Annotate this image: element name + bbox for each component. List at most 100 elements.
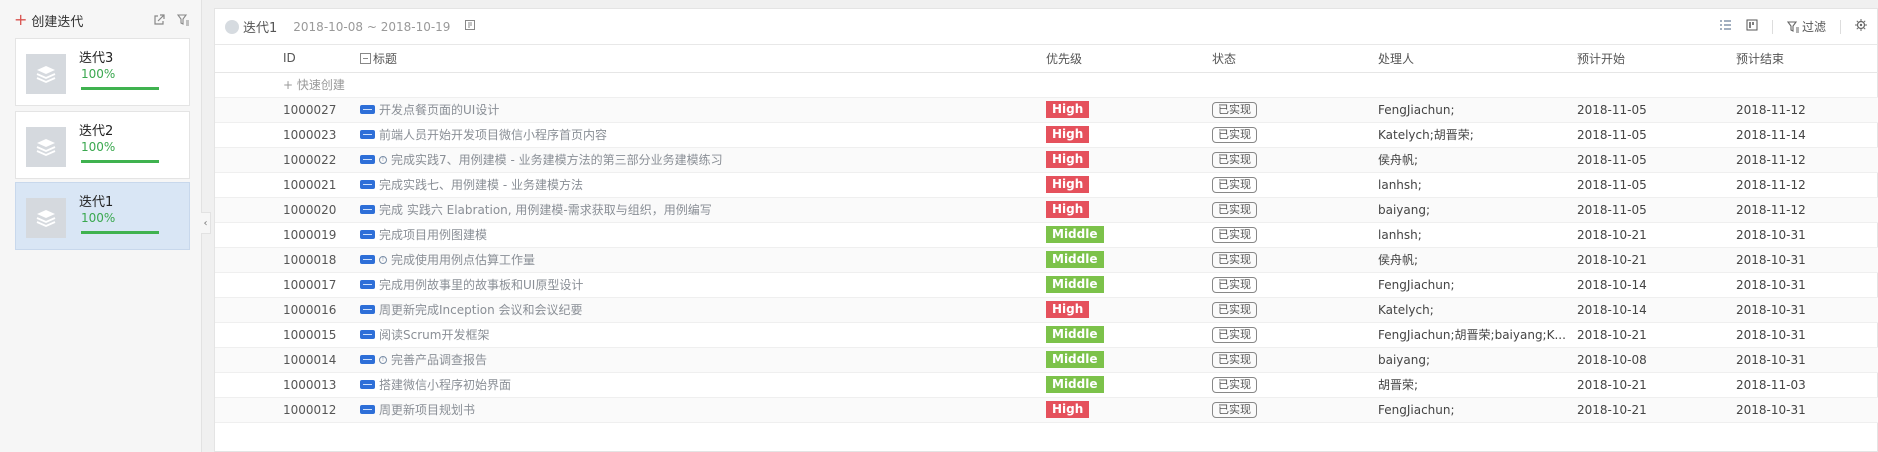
row-start-date[interactable]: 2018-10-08 [1577,347,1736,372]
column-header-title[interactable]: 标题 [360,45,1046,72]
filter-button[interactable]: 过滤 [1786,18,1826,35]
row-title[interactable]: 搭建微信小程序初始界面 [379,376,511,393]
table-row[interactable]: 1000012 周更新项目规划书 High 已实现 FengJiachun; 2018-1… [215,397,1878,422]
collapse-all-icon[interactable] [360,52,371,64]
table-row[interactable]: 1000019 完成项目用例图建模 Middle 已实现 lanhsh; 2018-10-… [215,222,1878,247]
row-title-cell[interactable]: 周更新项目规划书 [360,397,1046,422]
row-start-date[interactable]: 2018-11-05 [1577,122,1736,147]
table-row[interactable]: 1000013 搭建微信小程序初始界面 Middle 已实现 胡晋荣; 2018-10-2… [215,372,1878,397]
column-header-priority[interactable]: 优先级 [1046,45,1212,72]
status-badge[interactable]: 已实现 [1212,101,1257,118]
row-end-date[interactable]: 2018-10-31 [1736,347,1878,372]
row-owner[interactable]: Katelych; [1378,297,1577,322]
row-owner[interactable]: Katelych;胡晋荣; [1378,122,1577,147]
row-title-cell[interactable]: 完成用例故事里的故事板和UI原型设计 [360,272,1046,297]
row-owner[interactable]: baiyang; [1378,197,1577,222]
status-badge[interactable]: 已实现 [1212,226,1257,243]
row-start-date[interactable]: 2018-10-21 [1577,372,1736,397]
table-row[interactable]: 1000023 前端人员开始开发项目微信小程序首页内容 High 已实现 Katelyc… [215,122,1878,147]
column-header-id[interactable]: ID [283,45,360,72]
priority-badge[interactable]: Middle [1046,351,1104,368]
status-badge[interactable]: 已实现 [1212,126,1257,143]
table-row[interactable]: 1000017 完成用例故事里的故事板和UI原型设计 Middle 已实现 FengJi… [215,272,1878,297]
row-end-date[interactable]: 2018-11-12 [1736,147,1878,172]
row-owner[interactable]: lanhsh; [1378,172,1577,197]
row-start-date[interactable]: 2018-11-05 [1577,97,1736,122]
row-start-date[interactable]: 2018-10-21 [1577,247,1736,272]
priority-badge[interactable]: High [1046,101,1090,118]
row-title[interactable]: 周更新项目规划书 [379,401,475,418]
edit-dates-icon[interactable] [464,19,476,34]
priority-badge[interactable]: High [1046,126,1090,143]
priority-badge[interactable]: Middle [1046,226,1104,243]
priority-badge[interactable]: Middle [1046,376,1104,393]
row-title[interactable]: 开发点餐页面的UI设计 [379,101,499,118]
row-title-cell[interactable]: 完成项目用例图建模 [360,222,1046,247]
row-title[interactable]: 前端人员开始开发项目微信小程序首页内容 [379,126,607,143]
row-title-cell[interactable]: 周更新完成Inception 会议和会议纪要 [360,297,1046,322]
table-row[interactable]: 1000027 开发点餐页面的UI设计 High 已实现 FengJiachun; 201… [215,97,1878,122]
iteration-card-active[interactable]: 迭代1 100% [15,182,190,250]
row-end-date[interactable]: 2018-11-12 [1736,197,1878,222]
row-owner[interactable]: lanhsh; [1378,222,1577,247]
row-title[interactable]: 完成使用用例点估算工作量 [391,251,535,268]
row-title[interactable]: 阅读Scrum开发框架 [379,326,489,343]
row-title[interactable]: 完成用例故事里的故事板和UI原型设计 [379,276,583,293]
column-header-end[interactable]: 预计结束 [1736,45,1878,72]
column-header-owner[interactable]: 处理人 [1378,45,1577,72]
status-badge[interactable]: 已实现 [1212,401,1257,418]
iteration-card[interactable]: 迭代3 100% [15,38,190,106]
row-title[interactable]: 完成项目用例图建模 [379,226,487,243]
table-row[interactable]: 1000016 周更新完成Inception 会议和会议纪要 High 已实现 Kate… [215,297,1878,322]
row-start-date[interactable]: 2018-10-14 [1577,297,1736,322]
row-end-date[interactable]: 2018-11-14 [1736,122,1878,147]
status-badge[interactable]: 已实现 [1212,151,1257,168]
priority-badge[interactable]: High [1046,401,1090,418]
row-title-cell[interactable]: 搭建微信小程序初始界面 [360,372,1046,397]
quick-create-row[interactable]: + 快速创建 [215,72,1878,97]
row-owner[interactable]: FengJiachun; [1378,272,1577,297]
row-title-cell[interactable]: 开发点餐页面的UI设计 [360,97,1046,122]
filter-icon[interactable] [177,14,189,26]
table-row[interactable]: 1000022! 完成实践7、用例建模 - 业务建模方法的第三部分业务建模练习 Hi… [215,147,1878,172]
row-start-date[interactable]: 2018-11-05 [1577,172,1736,197]
settings-gear-icon[interactable] [1855,19,1867,34]
row-owner[interactable]: baiyang; [1378,347,1577,372]
collapse-sidebar-button[interactable]: ‹ [201,212,211,234]
priority-badge[interactable]: High [1046,151,1090,168]
row-owner[interactable]: FengJiachun; [1378,97,1577,122]
row-end-date[interactable]: 2018-10-31 [1736,247,1878,272]
row-end-date[interactable]: 2018-10-31 [1736,272,1878,297]
status-badge[interactable]: 已实现 [1212,326,1257,343]
status-badge[interactable]: 已实现 [1212,301,1257,318]
row-owner[interactable]: 侯舟帆; [1378,247,1577,272]
table-row[interactable]: 1000015 阅读Scrum开发框架 Middle 已实现 FengJiachun;胡… [215,322,1878,347]
row-start-date[interactable]: 2018-11-05 [1577,197,1736,222]
priority-badge[interactable]: High [1046,201,1090,218]
row-title-cell[interactable]: ! 完成实践7、用例建模 - 业务建模方法的第三部分业务建模练习 [360,147,1046,172]
row-end-date[interactable]: 2018-10-31 [1736,397,1878,422]
row-owner[interactable]: 胡晋荣; [1378,372,1577,397]
row-start-date[interactable]: 2018-10-21 [1577,222,1736,247]
column-header-start[interactable]: 预计开始 [1577,45,1736,72]
status-badge[interactable]: 已实现 [1212,276,1257,293]
row-title-cell[interactable]: 完成 实践六 Elabration, 用例建模-需求获取与组织，用例编写 [360,197,1046,222]
iteration-card[interactable]: 迭代2 100% [15,111,190,179]
row-owner[interactable]: FengJiachun; [1378,397,1577,422]
table-row[interactable]: 1000020 完成 实践六 Elabration, 用例建模-需求获取与组织，用… [215,197,1878,222]
row-end-date[interactable]: 2018-10-31 [1736,222,1878,247]
row-start-date[interactable]: 2018-10-21 [1577,322,1736,347]
external-link-icon[interactable] [153,14,165,26]
row-owner[interactable]: 侯舟帆; [1378,147,1577,172]
row-start-date[interactable]: 2018-10-21 [1577,397,1736,422]
board-view-icon[interactable] [1746,19,1758,34]
row-end-date[interactable]: 2018-11-12 [1736,97,1878,122]
row-start-date[interactable]: 2018-11-05 [1577,147,1736,172]
row-title-cell[interactable]: 阅读Scrum开发框架 [360,322,1046,347]
table-row[interactable]: 1000014! 完善产品调查报告 Middle 已实现 baiyang; 2018-10… [215,347,1878,372]
priority-badge[interactable]: Middle [1046,326,1104,343]
row-owner[interactable]: FengJiachun;胡晋荣;baiyang;K... [1378,322,1577,347]
priority-badge[interactable]: Middle [1046,276,1104,293]
row-title[interactable]: 完成实践7、用例建模 - 业务建模方法的第三部分业务建模练习 [391,151,723,168]
create-iteration-button[interactable]: + 创建迭代 [14,11,83,30]
